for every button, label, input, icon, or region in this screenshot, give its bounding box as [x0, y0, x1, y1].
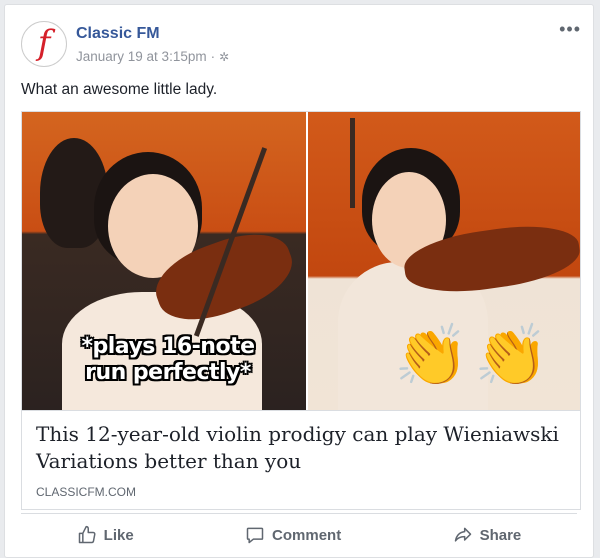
meta-separator: ·	[210, 49, 216, 64]
post-timestamp[interactable]: January 19 at 3:15pm	[76, 49, 207, 64]
thumbs-up-icon	[78, 525, 96, 544]
image-caption: *plays 16-note run perfectly*	[81, 334, 255, 385]
clap-emoji-left: 👏	[394, 322, 469, 389]
post-meta: January 19 at 3:15pm · ✲	[76, 49, 229, 64]
page-name-link[interactable]: Classic FM	[76, 25, 160, 43]
globe-icon: ✲	[219, 49, 230, 64]
comment-button[interactable]: Comment	[245, 525, 341, 545]
clap-emoji-right: 👏	[474, 322, 549, 389]
like-button[interactable]: Like	[77, 525, 134, 545]
link-image[interactable]: *plays 16-note run perfectly* 👏 👏	[22, 112, 580, 410]
share-icon	[454, 527, 471, 542]
link-headline[interactable]: This 12-year-old violin prodigy can play…	[36, 421, 568, 475]
page-avatar[interactable]: f	[21, 21, 67, 67]
like-label: Like	[103, 526, 134, 544]
share-label: Share	[479, 526, 522, 544]
comment-icon	[246, 527, 264, 544]
comment-label: Comment	[272, 526, 342, 544]
photo-right: 👏 👏	[308, 112, 580, 410]
actions-divider	[21, 513, 577, 514]
action-bar: Like Comment Share	[21, 517, 577, 553]
link-domain: CLASSICFM.COM	[36, 485, 137, 499]
post-message: What an awesome little lady.	[21, 81, 218, 98]
photo-left: *plays 16-note run perfectly*	[22, 112, 306, 410]
link-preview[interactable]: *plays 16-note run perfectly* 👏 👏 This 1…	[21, 111, 581, 510]
more-options-icon[interactable]: •••	[559, 19, 581, 40]
avatar-logo: f	[37, 23, 51, 63]
post-card: f Classic FM January 19 at 3:15pm · ✲ ••…	[4, 4, 594, 558]
link-body[interactable]: This 12-year-old violin prodigy can play…	[22, 410, 580, 509]
share-button[interactable]: Share	[453, 525, 522, 545]
